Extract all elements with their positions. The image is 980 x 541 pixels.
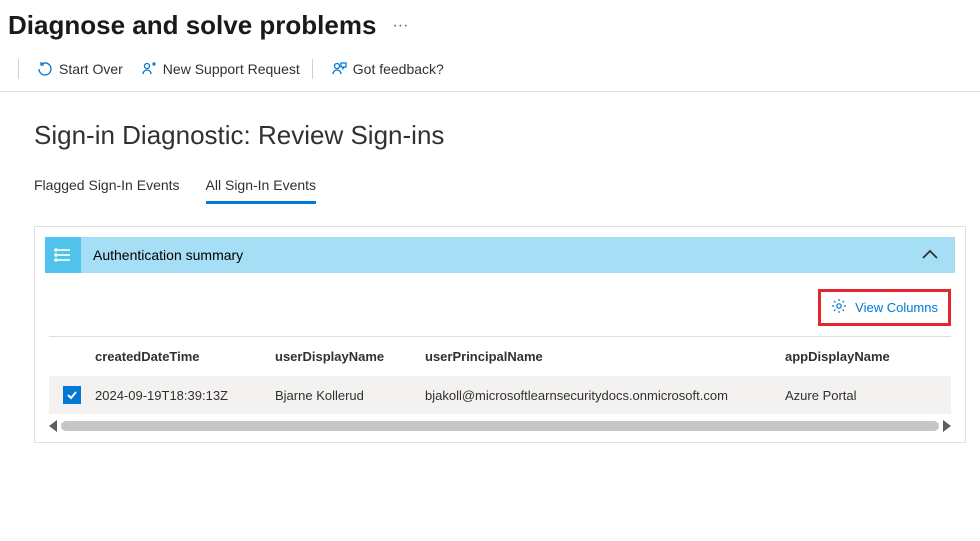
view-columns-label: View Columns	[855, 300, 938, 315]
tabs: Flagged Sign-In Events All Sign-In Event…	[0, 159, 980, 204]
feedback-button[interactable]: Got feedback?	[325, 59, 450, 79]
start-over-button[interactable]: Start Over	[31, 59, 129, 79]
section-title: Sign-in Diagnostic: Review Sign-ins	[0, 92, 980, 159]
cell-appDisplay: Azure Portal	[785, 388, 951, 403]
toolbar-separator	[312, 59, 313, 79]
cell-created: 2024-09-19T18:39:13Z	[95, 388, 275, 403]
authentication-summary-header[interactable]: Authentication summary	[45, 237, 955, 273]
scroll-right-icon[interactable]	[943, 420, 951, 432]
chevron-up-icon	[919, 244, 941, 266]
support-icon	[141, 61, 157, 77]
col-appDisplayName[interactable]: appDisplayName	[785, 349, 951, 364]
tab-all-signin[interactable]: All Sign-In Events	[206, 177, 317, 204]
tab-flagged-signin[interactable]: Flagged Sign-In Events	[34, 177, 180, 204]
more-actions-icon[interactable]: ···	[392, 17, 408, 35]
toolbar-separator	[18, 59, 19, 79]
start-over-label: Start Over	[59, 61, 123, 77]
list-icon	[45, 237, 81, 273]
results-panel: Authentication summary View Columns crea…	[34, 226, 966, 443]
table-row[interactable]: 2024-09-19T18:39:13Z Bjarne Kollerud bja…	[49, 376, 951, 414]
cell-userPrincipal: bjakoll@microsoftlearnsecuritydocs.onmic…	[425, 388, 785, 403]
cell-userDisplay: Bjarne Kollerud	[275, 388, 425, 403]
authentication-summary-title: Authentication summary	[93, 247, 919, 263]
row-checkbox[interactable]	[63, 386, 81, 404]
col-userPrincipalName[interactable]: userPrincipalName	[425, 349, 785, 364]
view-columns-button[interactable]: View Columns	[818, 289, 951, 326]
toolbar: Start Over New Support Request Got feedb…	[0, 47, 980, 92]
scroll-left-icon[interactable]	[49, 420, 57, 432]
page-title: Diagnose and solve problems	[8, 10, 376, 41]
scroll-track[interactable]	[61, 421, 939, 431]
horizontal-scrollbar[interactable]	[35, 416, 965, 442]
refresh-icon	[37, 61, 53, 77]
new-support-request-button[interactable]: New Support Request	[135, 59, 306, 79]
feedback-icon	[331, 61, 347, 77]
new-support-label: New Support Request	[163, 61, 300, 77]
table-header: createdDateTime userDisplayName userPrin…	[49, 336, 951, 376]
col-createdDateTime[interactable]: createdDateTime	[95, 349, 275, 364]
col-userDisplayName[interactable]: userDisplayName	[275, 349, 425, 364]
gear-icon	[831, 298, 847, 317]
feedback-label: Got feedback?	[353, 61, 444, 77]
signin-table: createdDateTime userDisplayName userPrin…	[35, 336, 965, 416]
